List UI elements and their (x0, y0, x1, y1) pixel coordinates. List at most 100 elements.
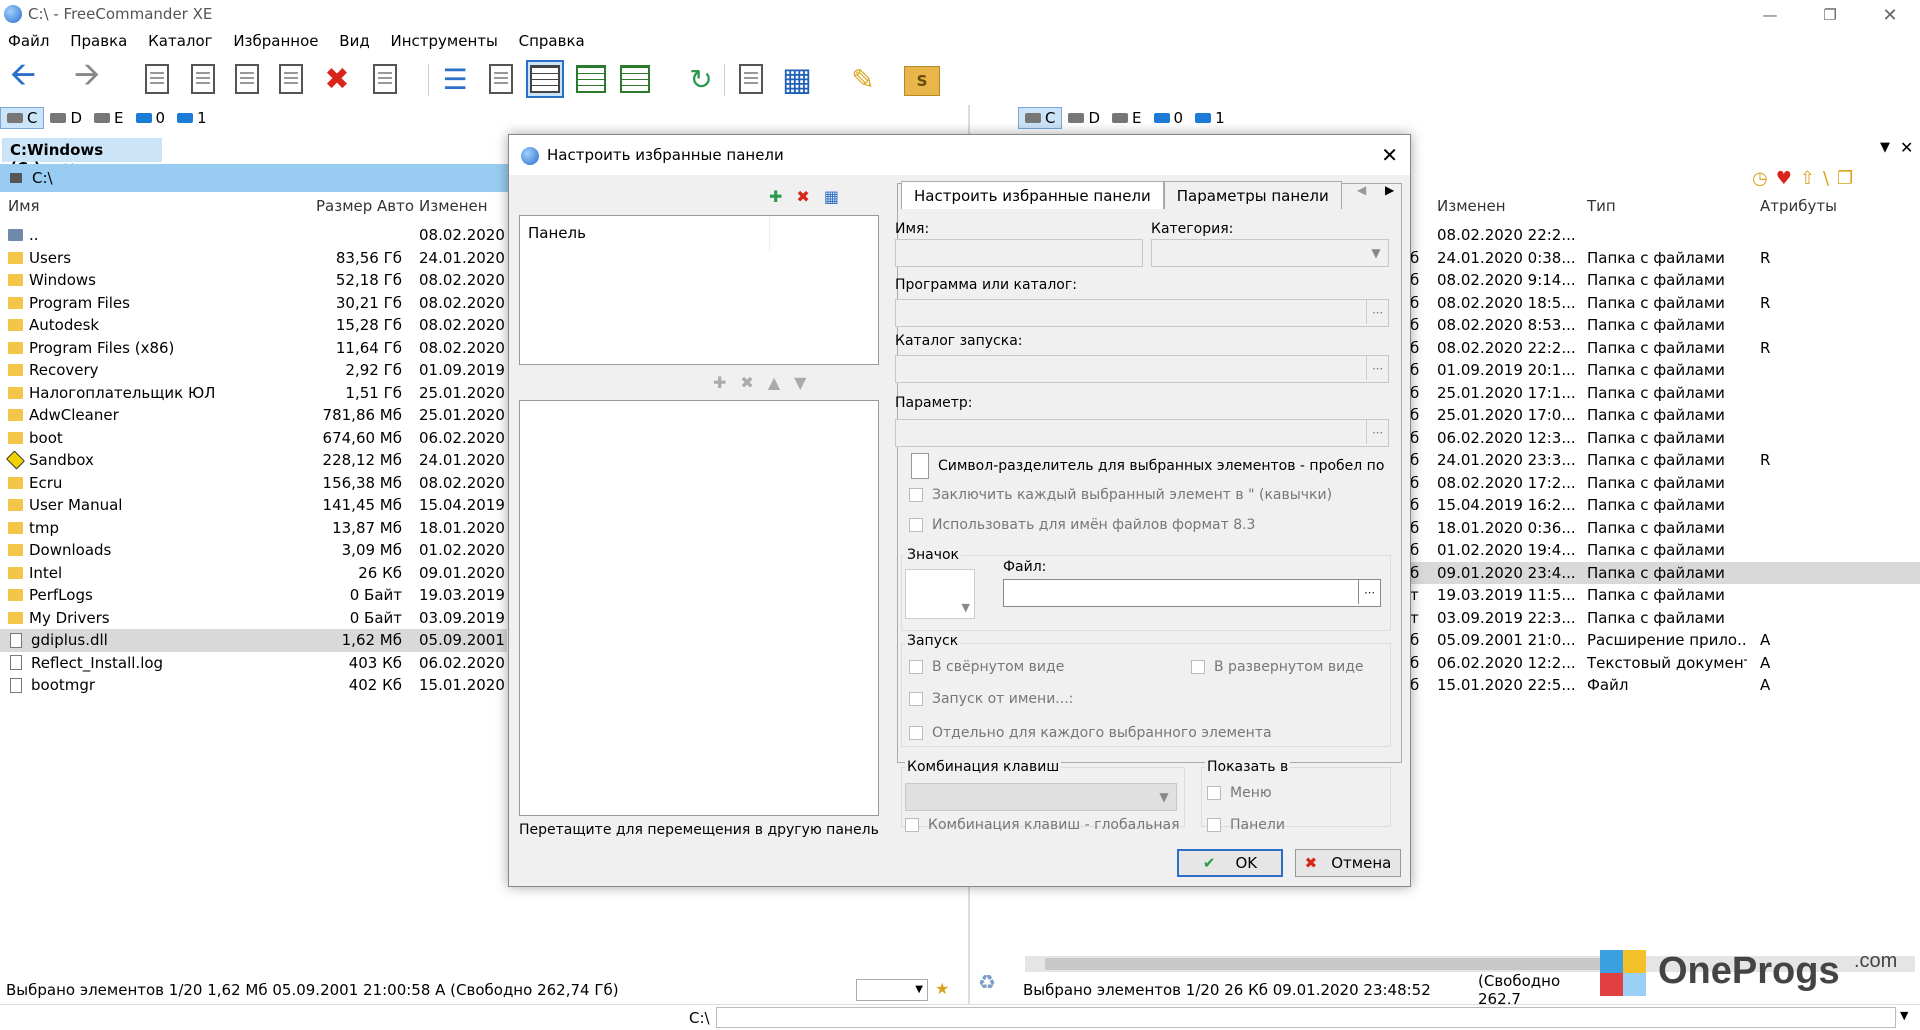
hotkey-select[interactable]: ▼ (905, 783, 1177, 811)
browse-ellipsis-icon[interactable]: ⋯ (1358, 580, 1380, 604)
favorites-edit-icon[interactable]: ✎ (844, 60, 882, 98)
tab-panel-params[interactable]: Параметры панели (1163, 181, 1342, 209)
drive-1-button[interactable]: 1 (1189, 107, 1231, 129)
minimized-checkbox[interactable]: В свёрнутом виде (909, 659, 1064, 675)
sync-icon[interactable]: ↻ (682, 60, 720, 98)
separator-checkbox[interactable]: Символ-разделитель для выбранных элемент… (911, 453, 1389, 479)
drive-c-button[interactable]: C (0, 107, 45, 129)
category-select[interactable]: ▼ (1151, 239, 1389, 267)
root-folder-icon[interactable]: \ (1823, 168, 1829, 190)
table-view-icon[interactable] (526, 60, 564, 98)
quotes-checkbox[interactable]: Заключить каждый выбранный элемент в " (… (909, 487, 1332, 503)
add-item-icon[interactable]: ✚ (713, 373, 726, 392)
table-row[interactable]: Autodesk 15,28 Гб 08.02.2020 (0, 314, 507, 337)
name-input[interactable] (895, 239, 1143, 267)
table-row[interactable]: б 06.02.2020 12:2... Текстовый документ A (1410, 652, 1920, 675)
col-type-header[interactable]: Тип (1587, 197, 1616, 221)
cancel-button[interactable]: ✖ Отмена (1295, 849, 1401, 877)
show-panels-checkbox[interactable]: Панели (1207, 817, 1285, 833)
move-up-icon[interactable]: ▲ (768, 373, 780, 392)
panels-layout-icon[interactable]: ▦ (778, 60, 816, 98)
close-panel-icon[interactable]: ✕ (1900, 138, 1913, 157)
table-row[interactable]: б 05.09.2001 21:0... Расширение прило... A (1410, 629, 1920, 652)
menu-edit[interactable]: Правка (62, 30, 135, 52)
close-button[interactable]: ✕ (1860, 0, 1920, 30)
table-row[interactable]: т 03.09.2019 22:3... Папка с файлами (1410, 607, 1920, 630)
show-menu-checkbox[interactable]: Меню (1207, 785, 1272, 801)
move-down-icon[interactable]: ▼ (794, 373, 806, 392)
rename-panel-icon[interactable]: ▦ (824, 187, 839, 206)
table-row[interactable]: Downloads 3,09 Мб 01.02.2020 (0, 539, 507, 562)
table-row[interactable]: б 08.02.2020 17:2... Папка с файлами (1410, 472, 1920, 495)
menu-view[interactable]: Вид (331, 30, 377, 52)
left-path-bar[interactable]: C:\ (0, 164, 510, 192)
startdir-input[interactable]: ⋯ (895, 355, 1389, 383)
recycle-bin-icon[interactable]: ♻ (978, 970, 1006, 1000)
runas-checkbox[interactable]: Запуск от имени...: (909, 691, 1073, 707)
table-row[interactable]: Program Files 30,21 Гб 08.02.2020 (0, 292, 507, 315)
delete-panel-icon[interactable]: ✖ (796, 187, 809, 206)
table-row[interactable]: б 15.01.2020 22:5... Файл A (1410, 674, 1920, 697)
checklist-icon[interactable] (732, 60, 770, 98)
left-filter-dropdown[interactable]: ▼ (856, 979, 928, 1001)
drive-0-button[interactable]: 0 (1148, 107, 1190, 129)
item-list[interactable] (519, 400, 879, 816)
back-arrow-icon[interactable]: 🡨 (4, 55, 42, 98)
drive-d-button[interactable]: D (44, 107, 88, 129)
table-row[interactable]: Users 83,56 Гб 24.01.2020 (0, 247, 507, 270)
table-row[interactable]: Налогоплательщик ЮЛ 1,51 Гб 25.01.2020 (0, 382, 507, 405)
table-row[interactable]: Ecru 156,38 Мб 08.02.2020 (0, 472, 507, 495)
table-row[interactable]: б 24.01.2020 23:3... Папка с файлами R (1410, 449, 1920, 472)
thumbnail-view-icon[interactable] (572, 60, 610, 98)
favorite-folder-icon[interactable]: ♥ (1776, 168, 1792, 190)
list-view-icon[interactable]: ☰ (436, 60, 474, 98)
history-icon[interactable]: ◷ (1752, 168, 1768, 190)
col-modified-header[interactable]: Изменен (1437, 197, 1506, 221)
table-row[interactable]: gdiplus.dll 1,62 Мб 05.09.2001 (0, 629, 507, 652)
param-input[interactable]: ⋯ (895, 419, 1389, 447)
command-history-dropdown[interactable]: ▼ (1900, 1009, 1908, 1022)
table-row[interactable]: Sandbox 228,12 Мб 24.01.2020 (0, 449, 507, 472)
table-row[interactable]: б 06.02.2020 12:3... Папка с файлами (1410, 427, 1920, 450)
table-row[interactable]: .. 08.02.2020 (0, 224, 507, 247)
menu-help[interactable]: Справка (511, 30, 593, 52)
drive-0-button[interactable]: 0 (130, 107, 172, 129)
restore-button[interactable]: ❐ (1800, 0, 1860, 30)
properties-icon[interactable] (366, 60, 404, 98)
edit-doc-icon[interactable] (184, 60, 222, 98)
table-row[interactable]: б 24.01.2020 0:38... Папка с файлами R (1410, 247, 1920, 270)
table-row[interactable]: 08.02.2020 22:2... (1410, 224, 1920, 247)
tab-scroll-left-icon[interactable]: ◀ (1357, 183, 1366, 197)
table-row[interactable]: б 08.02.2020 22:2... Папка с файлами R (1410, 337, 1920, 360)
browse-ellipsis-icon[interactable]: ⋯ (1366, 420, 1388, 444)
col-modified-header[interactable]: Изменен (419, 197, 488, 221)
drive-c-button[interactable]: C (1018, 107, 1063, 129)
icon-file-input[interactable]: ⋯ (1003, 579, 1381, 607)
menu-folder[interactable]: Каталог (140, 30, 220, 52)
copy-path-icon[interactable]: ❐ (1837, 168, 1853, 190)
table-row[interactable]: tmp 13,87 Мб 18.01.2020 (0, 517, 507, 540)
table-row[interactable]: б 01.02.2020 19:4... Папка с файлами (1410, 539, 1920, 562)
delete-icon[interactable]: ✖ (318, 60, 356, 98)
tab-scroll-right-icon[interactable]: ▶ (1385, 183, 1394, 197)
col-size-header[interactable]: Размер Авто (316, 197, 414, 221)
detail-view-icon[interactable] (482, 60, 520, 98)
drive-e-button[interactable]: E (1106, 107, 1147, 129)
thumbnail-large-view-icon[interactable] (616, 60, 654, 98)
ok-button[interactable]: ✔ OK (1177, 849, 1283, 877)
icon-preview-select[interactable]: ▼ (905, 569, 975, 619)
col-name-header[interactable]: Имя (8, 197, 40, 221)
browse-ellipsis-icon[interactable]: ⋯ (1366, 356, 1388, 380)
col-attributes-header[interactable]: Атрибуты (1760, 197, 1837, 221)
format83-checkbox[interactable]: Использовать для имён файлов формат 8.3 (909, 517, 1255, 533)
menu-tools[interactable]: Инструменты (382, 30, 505, 52)
table-row[interactable]: т 19.03.2019 11:5... Папка с файлами (1410, 584, 1920, 607)
table-row[interactable]: б 25.01.2020 17:1... Папка с файлами (1410, 382, 1920, 405)
table-row[interactable]: Windows 52,18 Гб 08.02.2020 (0, 269, 507, 292)
table-row[interactable]: My Drivers 0 Байт 03.09.2019 (0, 607, 507, 630)
each-item-checkbox[interactable]: Отдельно для каждого выбранного элемента (909, 725, 1272, 741)
drive-e-button[interactable]: E (88, 107, 129, 129)
table-row[interactable]: б 08.02.2020 8:53... Папка с файлами (1410, 314, 1920, 337)
copy-icon[interactable] (272, 60, 310, 98)
table-row[interactable]: PerfLogs 0 Байт 19.03.2019 (0, 584, 507, 607)
